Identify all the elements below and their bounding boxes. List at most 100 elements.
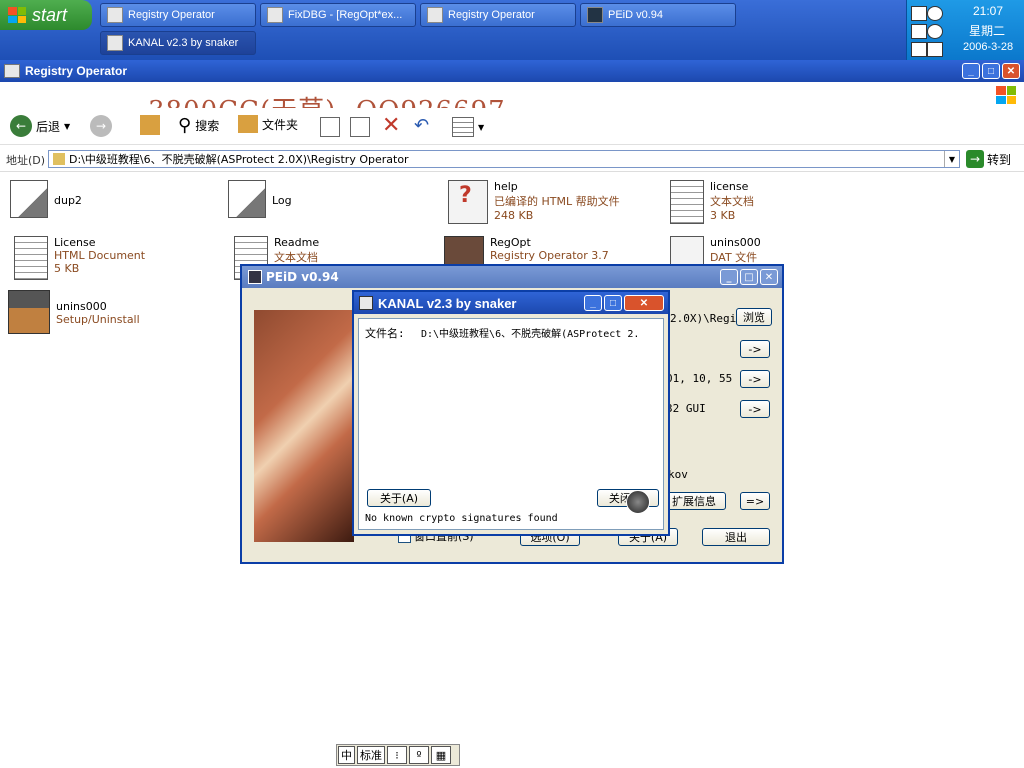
file-size: 5 KB — [54, 262, 80, 275]
task-label: FixDBG - [RegOpt*ex... — [288, 9, 403, 21]
browse-button[interactable]: 浏览 — [736, 308, 772, 326]
peid-titlebar[interactable]: PEiD v0.94 _ □ ✕ — [242, 266, 782, 288]
peid-subsystem-text: 32 GUI — [666, 402, 706, 415]
ime-keyboard-icon[interactable]: ▦ — [431, 746, 451, 764]
delete-x-icon: ✕ — [382, 113, 401, 138]
search-button[interactable]: ⚲ 搜索 — [178, 115, 219, 136]
minimize-button[interactable]: _ — [584, 295, 602, 311]
help-file-icon: ? — [448, 180, 488, 224]
file-name: RegOpt — [490, 236, 531, 249]
peid-author-text: kov — [668, 468, 688, 481]
folders-button[interactable]: 文件夹 — [238, 115, 298, 133]
maximize-button[interactable]: □ — [740, 269, 758, 285]
arrow-button[interactable]: -> — [740, 370, 770, 388]
close-button[interactable]: ✕ — [760, 269, 778, 285]
arrow-button[interactable]: -> — [740, 400, 770, 418]
more-button[interactable]: => — [740, 492, 770, 510]
ime-fullwidth-icon[interactable]: ⁝ — [387, 746, 407, 764]
extended-info-button[interactable]: 扩展信息 — [662, 492, 726, 510]
kanal-titlebar[interactable]: KANAL v2.3 by snaker _ □ ✕ — [354, 292, 668, 314]
file-value: D:\中级班教程\6、不脱壳破解(ASProtect 2. — [421, 329, 640, 340]
about-button[interactable]: 关于(A) — [367, 489, 431, 507]
explorer-title: Registry Operator — [25, 64, 128, 78]
address-dropdown-icon[interactable]: ▼ — [944, 151, 959, 167]
registry-icon — [427, 7, 443, 23]
delete-button[interactable]: ✕ — [382, 113, 400, 138]
clock-time[interactable]: 21:07 — [973, 4, 1003, 18]
file-item-log[interactable]: Log — [228, 180, 292, 218]
peid-banner-image — [254, 310, 354, 542]
go-button[interactable]: → 转到 — [966, 150, 1011, 168]
peid-title: PEiD v0.94 — [266, 270, 339, 284]
network-icon[interactable] — [911, 6, 927, 21]
task-registry-operator-2[interactable]: Registry Operator — [420, 3, 576, 27]
tool-icon[interactable] — [911, 42, 927, 57]
address-field[interactable]: D:\中级班教程\6、不脱壳破解(ASProtect 2.0X)\Registr… — [48, 150, 960, 168]
undo-icon: ↶ — [414, 115, 430, 136]
close-button[interactable]: ✕ — [1002, 63, 1020, 79]
minimize-button[interactable]: _ — [720, 269, 738, 285]
file-name: unins000 — [56, 300, 107, 313]
forward-arrow-icon: → — [90, 115, 112, 137]
ime-punctuation-icon[interactable]: º — [409, 746, 429, 764]
file-type: Registry Operator 3.7 — [490, 249, 609, 262]
task-label: Registry Operator — [128, 9, 215, 21]
ime-standard-button[interactable]: 标准 — [357, 746, 385, 764]
explorer-titlebar[interactable]: Registry Operator _ □ ✕ — [0, 60, 1024, 82]
start-button[interactable]: start — [0, 0, 92, 30]
back-button[interactable]: ← 后退 ▼ — [10, 115, 70, 137]
peid-version-text: 01, 10, 55 — [666, 372, 733, 385]
file-item-license-txt[interactable]: license 文本文档 3 KB — [670, 180, 754, 224]
exit-button[interactable]: 退出 — [702, 528, 770, 546]
task-label: KANAL v2.3 by snaker — [128, 37, 239, 49]
maximize-button[interactable]: □ — [604, 295, 622, 311]
maximize-button[interactable]: □ — [982, 63, 1000, 79]
arrow-button[interactable]: -> — [740, 340, 770, 358]
forward-button[interactable]: → — [90, 115, 112, 137]
peid-icon — [248, 270, 262, 284]
file-name: help — [494, 180, 518, 193]
ime-mode-button[interactable]: 中 — [338, 746, 355, 764]
address-label: 地址(D) — [6, 154, 46, 167]
task-registry-operator-1[interactable]: Registry Operator — [100, 3, 256, 27]
folder-icon — [4, 64, 20, 78]
file-name: dup2 — [54, 194, 82, 207]
start-label: start — [32, 4, 68, 25]
task-fixdbg[interactable]: FixDBG - [RegOpt*ex... — [260, 3, 416, 27]
copy-to-button[interactable] — [350, 117, 370, 137]
file-item-help[interactable]: ? help 已编译的 HTML 帮助文件 248 KB — [448, 180, 620, 224]
file-type: HTML Document — [54, 249, 146, 262]
views-button[interactable]: ▼ — [452, 117, 484, 137]
kanal-title: KANAL v2.3 by snaker — [378, 295, 517, 311]
file-item-license-html[interactable]: License HTML Document 5 KB — [14, 236, 145, 280]
move-to-button[interactable] — [320, 117, 340, 137]
close-button[interactable]: ✕ — [624, 295, 664, 311]
file-name: License — [54, 236, 96, 249]
up-button[interactable] — [140, 115, 160, 135]
monitor-icon[interactable] — [927, 42, 943, 57]
file-icon — [10, 180, 48, 218]
task-kanal[interactable]: KANAL v2.3 by snaker — [100, 31, 256, 55]
undo-button[interactable]: ↶ — [414, 115, 429, 136]
file-item-dup2[interactable]: dup2 — [10, 180, 82, 218]
minimize-button[interactable]: _ — [962, 63, 980, 79]
task-peid[interactable]: PEiD v0.94 — [580, 3, 736, 27]
back-arrow-icon: ← — [10, 115, 32, 137]
volume-icon[interactable] — [911, 24, 927, 39]
file-size: 3 KB — [710, 209, 736, 222]
file-name: Readme — [274, 236, 320, 249]
file-item-unins000-exe[interactable]: unins000 Setup/Uninstall — [8, 290, 140, 334]
back-label: 后退 — [36, 119, 61, 134]
explorer-toolbar: ← 后退 ▼ → ⚲ 搜索 文件夹 ✕ ↶ ▼ — [0, 108, 1024, 145]
debugger-icon — [267, 7, 283, 23]
file-type: 已编译的 HTML 帮助文件 — [494, 195, 620, 208]
search-icon: ⚲ — [178, 115, 192, 136]
update-icon[interactable] — [927, 24, 943, 39]
folder-up-icon — [140, 115, 160, 135]
file-type: 文本文档 — [710, 195, 754, 208]
task-label: PEiD v0.94 — [608, 9, 664, 21]
setup-icon — [8, 290, 50, 334]
file-name: license — [710, 180, 749, 193]
folder-icon — [53, 153, 65, 165]
security-icon[interactable] — [927, 6, 943, 21]
